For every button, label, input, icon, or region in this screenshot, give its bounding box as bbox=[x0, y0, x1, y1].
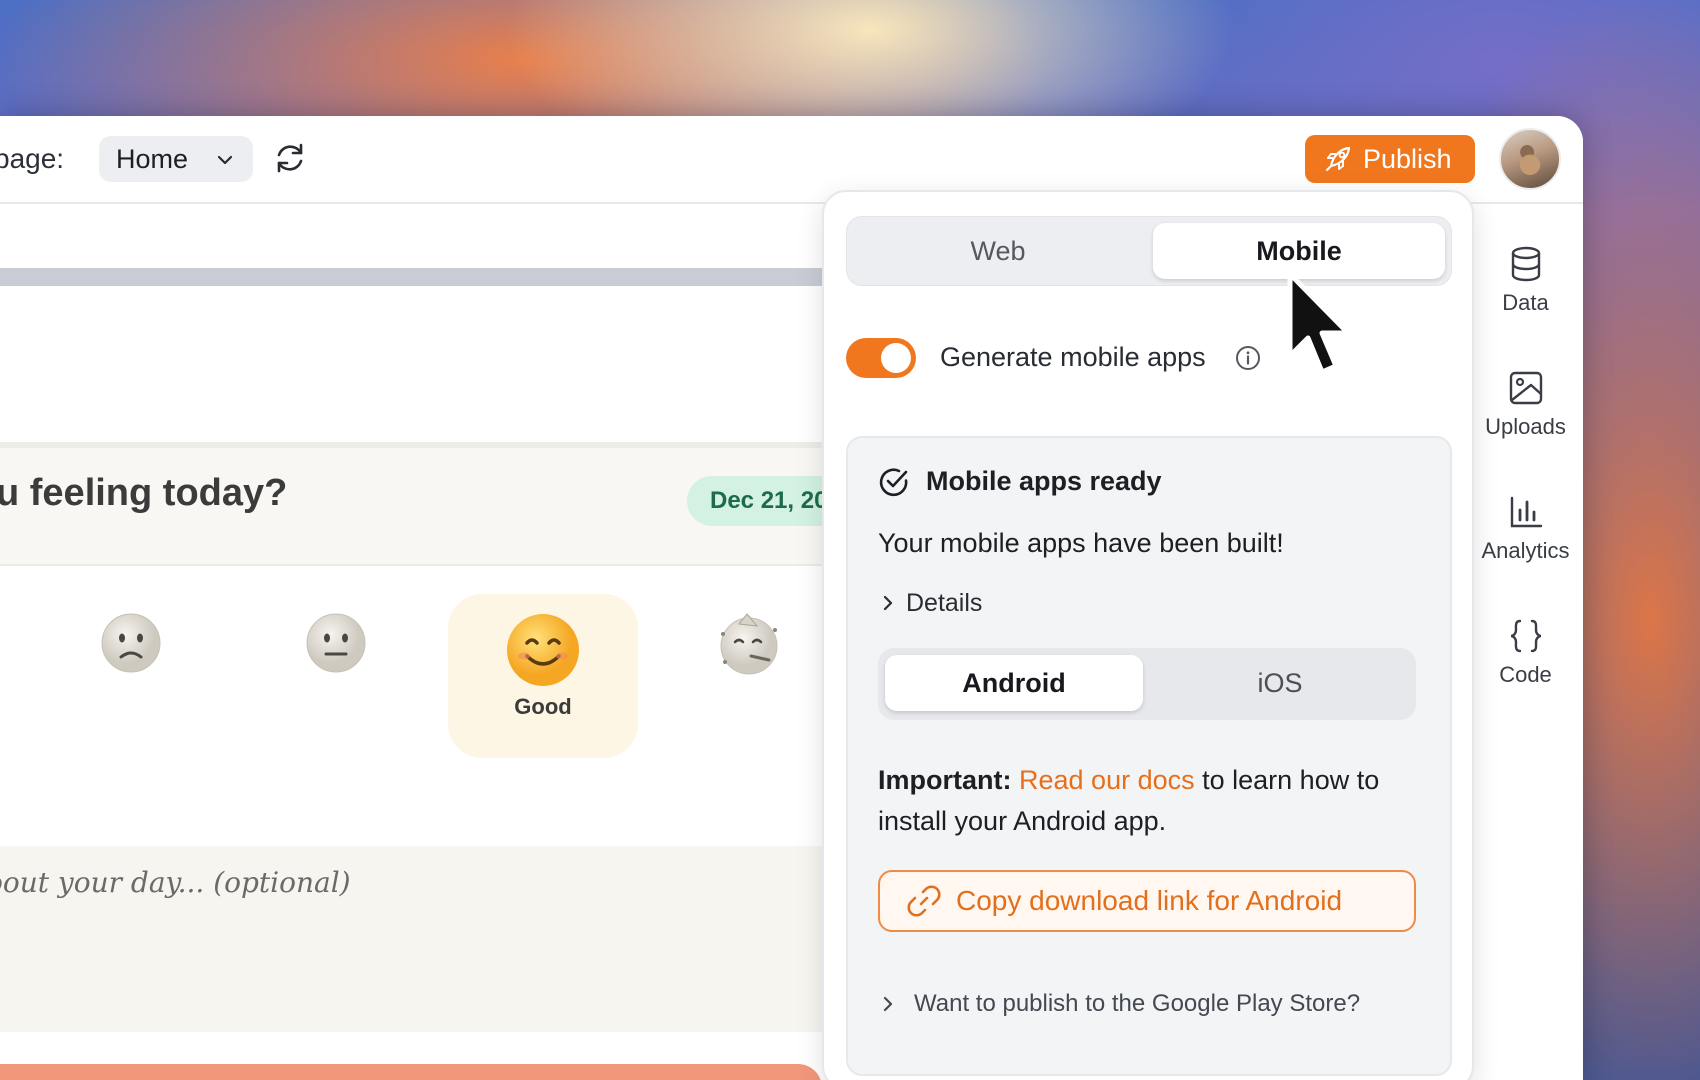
page-label: page: bbox=[0, 143, 65, 174]
slightly-frowning-face-icon bbox=[101, 613, 161, 673]
mood-option-good[interactable]: Good bbox=[448, 594, 638, 758]
link-icon bbox=[907, 885, 941, 917]
partying-face-icon bbox=[720, 613, 778, 675]
sidebar-label-data: Data bbox=[1502, 290, 1549, 315]
mood-selector: Good bbox=[0, 566, 822, 798]
generate-mobile-label: Generate mobile apps bbox=[940, 342, 1206, 372]
date-text: Dec 21, 20 bbox=[710, 487, 828, 514]
publish-label: Publish bbox=[1363, 143, 1452, 174]
database-icon bbox=[1511, 246, 1540, 282]
tab-ios[interactable]: iOS bbox=[1150, 655, 1410, 711]
image-icon bbox=[1509, 371, 1542, 405]
app-preview: u feeling today? Dec 21, 20 Good oout yo… bbox=[0, 204, 847, 1080]
details-label: Details bbox=[906, 588, 983, 617]
read-docs-link[interactable]: Read our docs bbox=[1019, 765, 1195, 795]
notes-placeholder: oout your day... (optional) bbox=[0, 866, 351, 899]
play-store-label: Want to publish to the Google Play Store… bbox=[914, 990, 1361, 1017]
details-toggle[interactable]: Details bbox=[878, 586, 982, 620]
braces-icon bbox=[1510, 619, 1541, 653]
neutral-face-icon bbox=[306, 613, 366, 673]
bar-chart-icon bbox=[1510, 496, 1542, 528]
mood-option-sad[interactable] bbox=[36, 594, 226, 758]
tab-mobile[interactable]: Mobile bbox=[1153, 223, 1445, 279]
sidebar-item-code[interactable]: Code bbox=[1468, 616, 1583, 688]
page-select[interactable]: Home bbox=[99, 136, 253, 182]
check-circle-icon bbox=[879, 468, 908, 497]
status-description: Your mobile apps have been built! bbox=[878, 528, 1284, 558]
chevron-right-icon bbox=[883, 996, 893, 1012]
platform-tabs: Android iOS bbox=[878, 648, 1416, 720]
important-prefix: Important: bbox=[878, 765, 1012, 795]
publish-popover: Web Mobile Generate mobile apps Mobile a… bbox=[822, 190, 1474, 1080]
page-select-value: Home bbox=[116, 143, 189, 174]
sidebar-label-uploads: Uploads bbox=[1485, 414, 1566, 439]
mood-option-neutral[interactable] bbox=[241, 594, 431, 758]
sidebar-label-code: Code bbox=[1499, 662, 1552, 687]
preview-bottom-strip bbox=[0, 1064, 822, 1080]
mobile-status-card: Mobile apps ready Your mobile apps have … bbox=[846, 436, 1452, 1076]
smiling-face-icon bbox=[507, 614, 579, 686]
mood-label-good: Good bbox=[514, 694, 572, 719]
tab-android[interactable]: Android bbox=[885, 655, 1143, 711]
mood-question: u feeling today? bbox=[0, 472, 288, 514]
notes-textarea[interactable]: oout your day... (optional) bbox=[0, 846, 822, 1032]
generate-mobile-toggle[interactable] bbox=[846, 338, 916, 378]
sidebar-item-uploads[interactable]: Uploads bbox=[1468, 368, 1583, 440]
target-tabs: Web Mobile bbox=[846, 216, 1452, 286]
avatar[interactable] bbox=[1499, 128, 1561, 190]
play-store-toggle[interactable]: Want to publish to the Google Play Store… bbox=[878, 986, 1360, 1022]
app-window: page: Home Publish u feeling today? Dec … bbox=[0, 116, 1583, 1080]
preview-header-bar bbox=[0, 268, 822, 286]
toggle-knob bbox=[881, 343, 911, 373]
right-sidebar: Data Uploads Analytics Code bbox=[1468, 204, 1583, 1080]
chevron-right-icon bbox=[883, 595, 893, 611]
sidebar-item-data[interactable]: Data bbox=[1468, 244, 1583, 316]
status-title: Mobile apps ready bbox=[926, 466, 1162, 496]
publish-button[interactable]: Publish bbox=[1305, 135, 1475, 183]
copy-button-label: Copy download link for Android bbox=[956, 885, 1343, 916]
sidebar-item-analytics[interactable]: Analytics bbox=[1468, 492, 1583, 564]
tab-web[interactable]: Web bbox=[853, 223, 1143, 279]
refresh-icon[interactable] bbox=[272, 140, 308, 176]
rocket-icon bbox=[1325, 146, 1351, 172]
mood-option-party[interactable] bbox=[654, 594, 844, 758]
sidebar-label-analytics: Analytics bbox=[1481, 538, 1570, 563]
info-icon[interactable] bbox=[1235, 345, 1261, 371]
install-note: Important: Read our docs to learn how to… bbox=[878, 760, 1418, 842]
copy-android-link-button[interactable]: Copy download link for Android bbox=[878, 870, 1416, 932]
chevron-down-icon bbox=[217, 155, 233, 165]
